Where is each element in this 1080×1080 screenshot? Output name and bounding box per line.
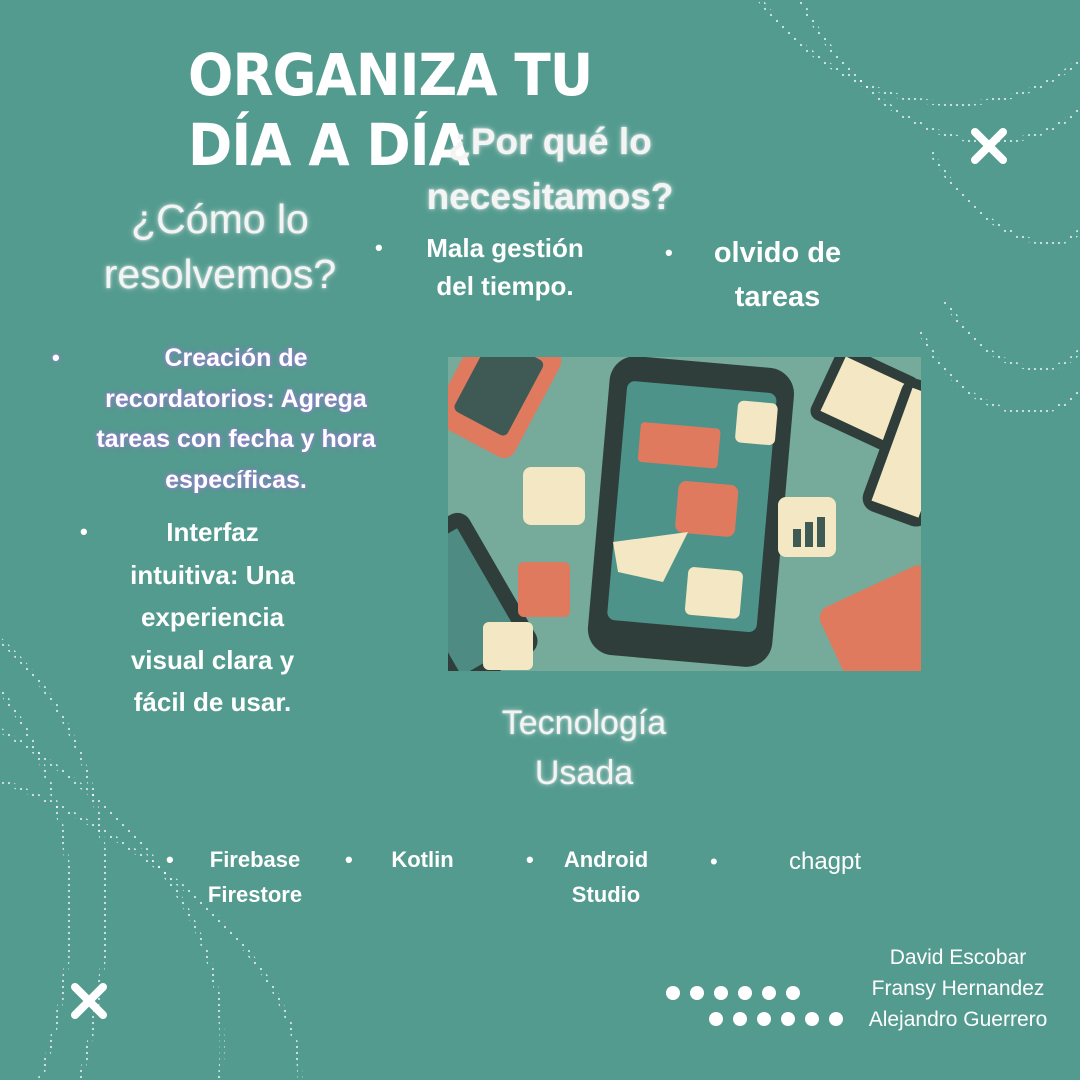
how-heading: ¿Cómo lo resolvemos? (103, 196, 337, 297)
authors-list: David Escobar Fransy Hernandez Alejandro… (848, 942, 1068, 1035)
close-x-icon (71, 983, 107, 1019)
tech-item-firebase: Firebase Firestore (166, 842, 314, 912)
tech-item-kotlin: Kotlin (345, 842, 470, 877)
close-x-icon (971, 128, 1007, 164)
why-item-time: Mala gestión del tiempo. (375, 229, 605, 305)
how-item-reminders: Creación de recordatorios: Agrega tareas… (52, 338, 390, 500)
tech-item-chatgpt: chagpt (710, 844, 910, 879)
phone-apps-illustration (448, 357, 921, 671)
author-name: Fransy Hernandez (871, 977, 1045, 1000)
how-item-interface: Interfaz intuitiva: Una experiencia visu… (80, 511, 315, 724)
author-name: David Escobar (889, 946, 1027, 969)
tech-item-android-studio: Android Studio (526, 842, 656, 912)
why-heading: ¿Por qué lo necesitamos? (426, 121, 674, 217)
author-name: Alejandro Guerrero (868, 1008, 1048, 1031)
dots-decoration (666, 986, 843, 1026)
tech-heading: Tecnología Usada (501, 704, 667, 792)
why-item-forget: olvido de tareas (665, 231, 860, 319)
